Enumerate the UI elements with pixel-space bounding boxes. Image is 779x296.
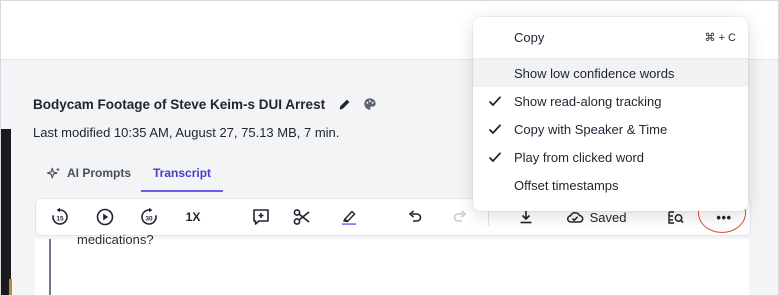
transcript-editor[interactable]: medications? [35,233,749,295]
more-options-menu: Copy ⌘ + C Show low confidence words Sho… [473,17,748,211]
cut-button[interactable] [290,199,314,235]
rewind-15-button[interactable]: 15 [48,199,72,235]
add-comment-icon [252,208,270,226]
checkmark-icon [487,149,503,165]
play-icon [95,207,115,227]
play-button[interactable] [93,199,117,235]
saved-label: Saved [589,209,627,225]
forward-30-button[interactable]: 30 [137,199,161,235]
svg-text:30: 30 [145,215,153,222]
scissors-icon [293,208,311,226]
menu-item-play-from-clicked-word[interactable]: Play from clicked word [473,143,748,171]
tab-ai-prompts[interactable]: AI Prompts [47,158,131,188]
tab-bar: AI Prompts Transcript [47,158,224,192]
menu-item-label: Copy with Speaker & Time [514,121,668,137]
menu-item-label: Show low confidence words [514,65,675,81]
tab-transcript-label: Transcript [153,166,212,180]
menu-item-label: Offset timestamps [514,177,619,193]
menu-item-shortcut: ⌘ + C [704,31,736,44]
menu-item-label: Play from clicked word [514,149,645,165]
undo-button[interactable] [403,199,427,235]
menu-item-offset-timestamps[interactable]: Offset timestamps [473,171,748,199]
menu-item-show-read-along-tracking[interactable]: Show read-along tracking [473,87,748,115]
redo-icon [452,209,468,225]
speaker-bar [49,239,51,295]
download-icon [518,209,534,225]
video-thumbnail-edge [1,129,12,295]
menu-item-label: Copy [514,29,545,45]
checkmark-icon [487,121,503,137]
thumbnail-accent [9,279,12,295]
forward-30-icon: 30 [139,207,159,227]
menu-item-label: Show read-along tracking [514,93,662,109]
transcript-text: medications? [77,232,154,247]
rewind-15-icon: 15 [50,207,70,227]
redo-button[interactable] [448,199,472,235]
undo-icon [407,209,423,225]
palette-icon[interactable] [363,97,377,111]
svg-text:15: 15 [56,215,64,222]
document-meta: Last modified 10:35 AM, August 27, 75.13… [33,125,340,140]
pencil-icon[interactable] [337,97,351,111]
menu-item-show-low-confidence-words[interactable]: Show low confidence words [473,59,748,87]
checkmark-icon [487,93,503,109]
cloud-check-icon [566,209,584,225]
menu-item-copy[interactable]: Copy ⌘ + C [473,23,748,51]
playback-speed-label: 1X [185,210,201,224]
app-window: Bodycam Footage of Steve Keim-s DUI Arre… [0,0,779,296]
highlighter-icon [340,208,358,226]
title-row: Bodycam Footage of Steve Keim-s DUI Arre… [33,94,377,114]
add-comment-button[interactable] [249,199,273,235]
playback-speed-button[interactable]: 1X [179,199,207,235]
document-title: Bodycam Footage of Steve Keim-s DUI Arre… [33,96,326,112]
sparkle-icon [47,166,61,180]
tab-ai-prompts-label: AI Prompts [67,166,132,180]
tab-transcript[interactable]: Transcript [141,158,224,192]
highlight-button[interactable] [337,199,361,235]
menu-item-copy-with-speaker-time[interactable]: Copy with Speaker & Time [473,115,748,143]
